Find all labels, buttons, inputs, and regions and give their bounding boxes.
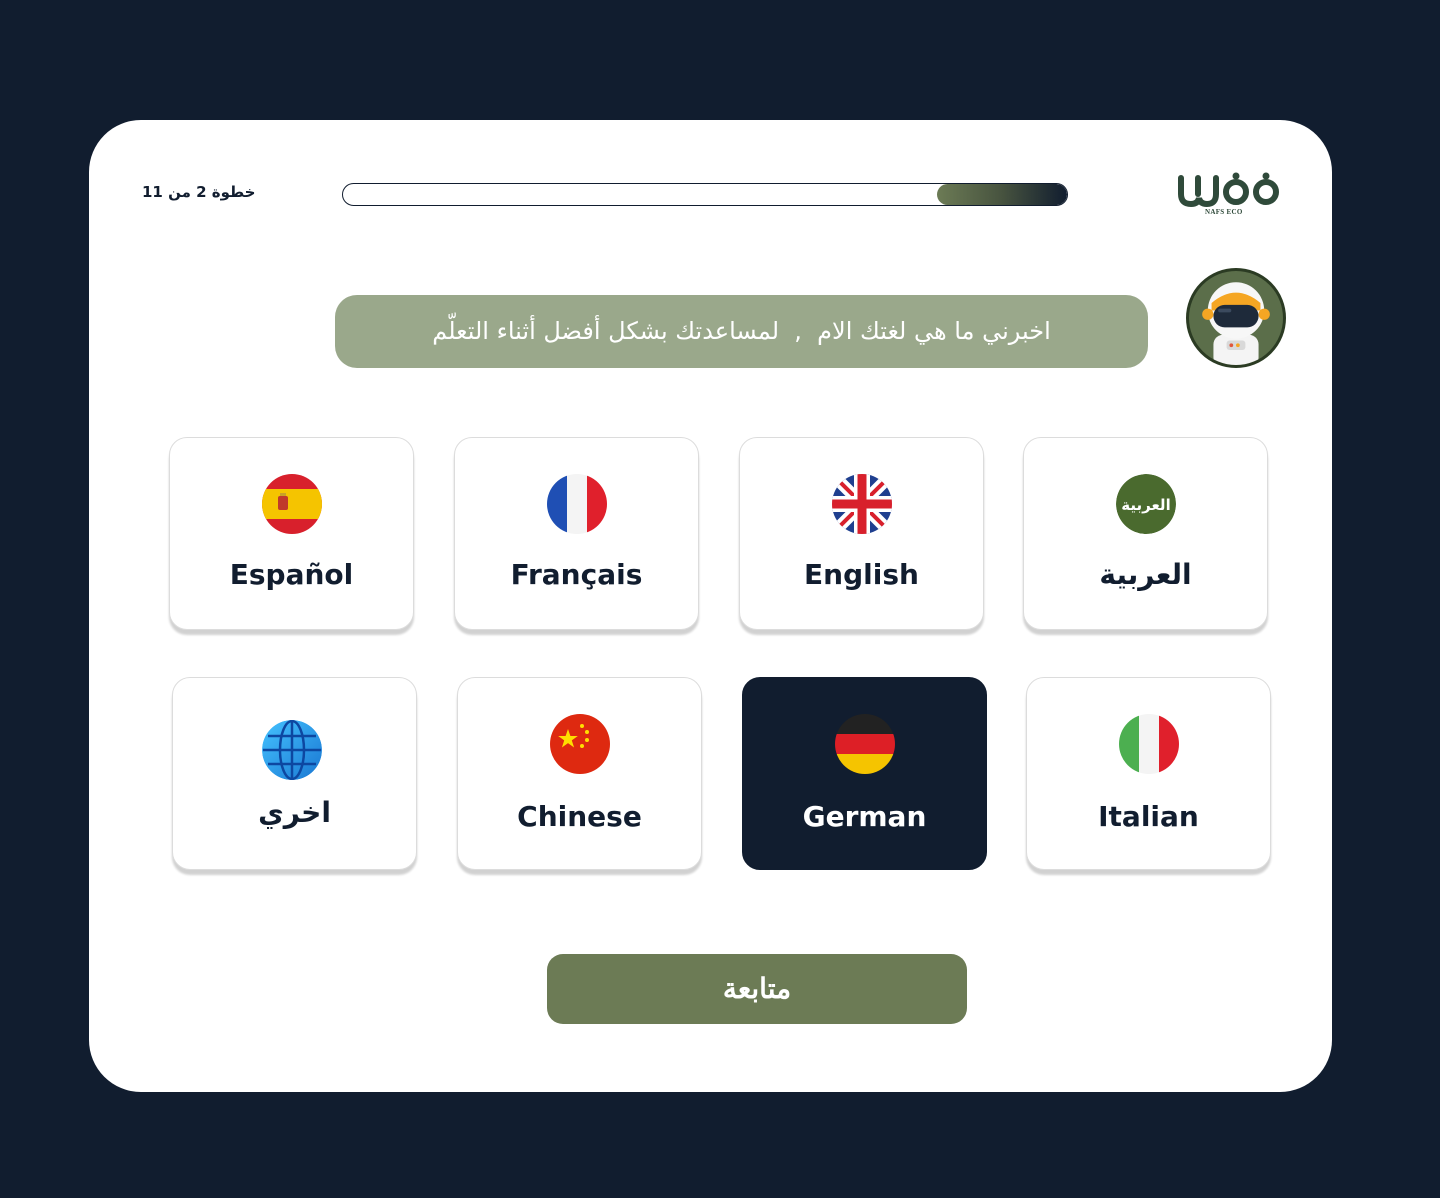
- language-label: Español: [229, 558, 354, 591]
- spain-flag-icon: [262, 474, 322, 534]
- progress-fill: [936, 184, 1067, 205]
- china-flag-icon: [550, 714, 610, 774]
- italy-flag-icon: [1119, 714, 1179, 774]
- language-option-french[interactable]: Français: [454, 437, 699, 630]
- arabic-flag-icon: العربية: [1116, 474, 1176, 534]
- language-option-german[interactable]: German: [742, 677, 987, 870]
- globe-icon: [262, 720, 322, 780]
- language-label: Chinese: [517, 800, 642, 833]
- language-label: German: [802, 800, 927, 833]
- language-option-chinese[interactable]: Chinese: [457, 677, 702, 870]
- arabic-flag-text: العربية: [1121, 496, 1170, 514]
- language-label: Français: [510, 558, 643, 591]
- uk-flag-icon: [832, 474, 892, 534]
- germany-flag-icon: [835, 714, 895, 774]
- continue-button[interactable]: متابعة: [547, 954, 967, 1024]
- language-option-english[interactable]: English: [739, 437, 984, 630]
- step-indicator: خطوة 2 من 11: [142, 183, 256, 201]
- language-label: English: [804, 558, 919, 591]
- language-label: العربية: [1099, 558, 1192, 591]
- assistant-message-bubble: اخبرني ما هي لغتك الام , لمساعدتك بشكل أ…: [335, 295, 1148, 368]
- france-flag-icon: [547, 474, 607, 534]
- astronaut-avatar-icon: [1186, 268, 1286, 368]
- language-label: اخري: [258, 796, 331, 829]
- language-option-italian[interactable]: Italian: [1026, 677, 1271, 870]
- language-option-spanish[interactable]: Español: [169, 437, 414, 630]
- progress-bar: [342, 183, 1068, 206]
- logo-subtext: NAFS ECO: [1205, 208, 1243, 216]
- language-option-other[interactable]: اخري: [172, 677, 417, 870]
- language-label: Italian: [1098, 800, 1199, 833]
- language-option-arabic[interactable]: العربية العربية: [1023, 437, 1268, 630]
